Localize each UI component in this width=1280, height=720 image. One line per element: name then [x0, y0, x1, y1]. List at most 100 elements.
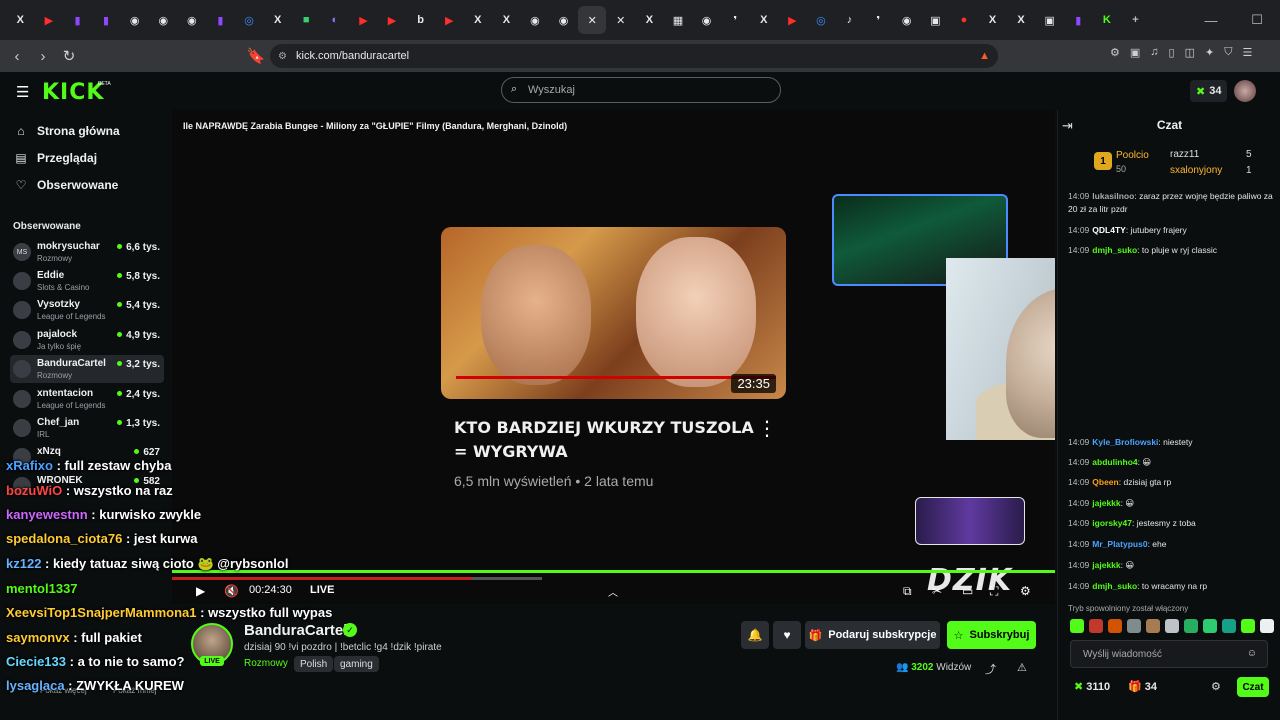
browser-tab[interactable]: ❜ — [721, 6, 750, 34]
wallet-icon[interactable]: ◫ — [1185, 46, 1195, 59]
settings-icon[interactable]: ⚙ — [1020, 584, 1031, 598]
browser-tab[interactable]: ▶ — [349, 6, 378, 34]
clip-icon[interactable]: ✂ — [932, 584, 942, 598]
followed-channel-vysotzky[interactable]: Vysotzky League of Legends 5,4 tys. — [10, 296, 164, 324]
browser-tab[interactable]: ✕ — [577, 6, 607, 34]
followed-channel-mokrysuchar[interactable]: MS mokrysuchar Rozmowy 6,6 tys. — [10, 238, 164, 266]
browser-tab[interactable]: ▶ — [378, 6, 407, 34]
emote-icon[interactable] — [1089, 619, 1103, 633]
browser-tab[interactable]: X — [978, 6, 1007, 34]
chat-username[interactable]: Kyle_Brofiowski — [1092, 437, 1158, 447]
chat-message-input[interactable]: Wyślij wiadomość ☺ — [1070, 640, 1268, 668]
browser-tab[interactable]: + — [1121, 6, 1150, 34]
browser-tab[interactable]: ◎ — [807, 6, 836, 34]
emote-icon[interactable] — [1241, 619, 1255, 633]
browser-tab[interactable]: ◉ — [521, 6, 550, 34]
emote-icon[interactable] — [1203, 619, 1217, 633]
gifter-3-name[interactable]: sxalonyjony — [1170, 165, 1222, 176]
browser-tab[interactable]: ▶ — [435, 6, 464, 34]
browser-tab[interactable]: X — [635, 6, 664, 34]
browser-tab[interactable]: ◉ — [178, 6, 207, 34]
emote-icon[interactable] — [1070, 619, 1084, 633]
kick-logo[interactable]: KICK — [42, 80, 104, 105]
report-icon[interactable]: ⚠ — [1017, 661, 1027, 674]
user-avatar[interactable] — [1234, 80, 1256, 102]
site-info-icon[interactable]: ⚙ — [278, 51, 287, 62]
browser-tab[interactable]: ▶ — [35, 6, 64, 34]
chat-username[interactable]: Qbeen — [1092, 477, 1118, 487]
browser-tab[interactable]: ■ — [292, 6, 321, 34]
browser-tab[interactable]: X — [6, 6, 35, 34]
browser-tab[interactable]: ▮ — [63, 6, 92, 34]
browser-tab[interactable]: X — [492, 6, 521, 34]
search-input[interactable]: ⌕ Wyszukaj — [501, 77, 781, 103]
subscribe-button[interactable]: ☆ Subskrybuj — [947, 621, 1036, 649]
emote-icon[interactable] — [1108, 619, 1122, 633]
points-counter[interactable]: ✖ 34 — [1190, 80, 1228, 102]
chat-username[interactable]: dmjh_suko — [1092, 581, 1137, 591]
fullscreen-icon[interactable]: ⛶ — [990, 584, 998, 599]
browser-tab[interactable]: ◉ — [549, 6, 578, 34]
bookmark-icon[interactable]: 🔖 — [243, 43, 269, 69]
chat-username[interactable]: QDL4TY — [1092, 225, 1126, 235]
browser-tab[interactable]: ◉ — [120, 6, 149, 34]
vpn-icon[interactable]: ⛉ — [1224, 46, 1232, 59]
browser-tab[interactable]: ▮ — [92, 6, 121, 34]
browser-tab[interactable]: X — [1007, 6, 1036, 34]
browser-tab[interactable]: X — [263, 6, 292, 34]
back-icon[interactable]: ‹ — [4, 43, 30, 69]
chat-username[interactable]: jajekkk — [1092, 498, 1120, 508]
followed-channel-chef_jan[interactable]: Chef_jan IRL 1,3 tys. — [10, 414, 164, 442]
brave-shield-icon[interactable]: ▲ — [979, 50, 990, 62]
browser-tab[interactable]: ▦ — [664, 6, 693, 34]
music-icon[interactable]: ♫ — [1150, 46, 1158, 59]
browser-tab[interactable]: ◐ — [321, 6, 350, 34]
nav-home[interactable]: ⌂ Strona główna — [14, 121, 119, 141]
browser-tab[interactable]: ▣ — [921, 6, 950, 34]
menu-icon[interactable]: ☰ — [1242, 46, 1252, 59]
theatre-icon[interactable]: ▭ — [962, 584, 973, 598]
hamburger-menu-icon[interactable]: ☰ — [16, 83, 29, 101]
sidebar-icon[interactable]: ▯ — [1169, 46, 1175, 59]
followed-channel-pajalock[interactable]: pajalock Ja tylko śpię 4,9 tys. — [10, 326, 164, 354]
forward-icon[interactable]: › — [30, 43, 56, 69]
browser-tab[interactable]: X — [464, 6, 493, 34]
browser-tab[interactable]: K — [1093, 6, 1122, 34]
chevron-up-icon[interactable]: ︿ — [608, 584, 618, 599]
followed-channel-banduracartel[interactable]: BanduraCartel Rozmowy 3,2 tys. — [10, 355, 164, 383]
gift-subscriptions-button[interactable]: 🎁 Podaruj subskrypcje — [805, 621, 940, 649]
extensions-icon[interactable]: ⚙ — [1110, 46, 1120, 59]
browser-tab[interactable]: ◎ — [235, 6, 264, 34]
screenshot-icon[interactable]: ▣ — [1130, 46, 1140, 59]
browser-tab[interactable]: ● — [950, 6, 979, 34]
followed-channel-eddie[interactable]: Eddie Slots & Casino 5,8 tys. — [10, 267, 164, 295]
chat-gifts[interactable]: 🎁 34 — [1128, 680, 1157, 693]
share-icon[interactable]: ⤴ — [985, 661, 996, 677]
browser-tab[interactable]: ✕ — [606, 6, 635, 34]
browser-tab[interactable]: ▮ — [206, 6, 235, 34]
browser-tab[interactable]: ♪ — [835, 6, 864, 34]
browser-tab[interactable]: ◉ — [892, 6, 921, 34]
browser-tab[interactable]: ❜ — [864, 6, 893, 34]
emoji-icon[interactable]: ☺ — [1247, 648, 1257, 659]
browser-tab[interactable]: ▶ — [778, 6, 807, 34]
browser-tab[interactable]: X — [749, 6, 778, 34]
emote-icon[interactable] — [1260, 619, 1274, 633]
chat-username[interactable]: dmjh_suko — [1092, 245, 1137, 255]
pip-icon[interactable]: ⧉ — [903, 584, 912, 599]
notification-bell-button[interactable]: 🔔 — [741, 621, 769, 649]
chat-username[interactable]: Mr_Platypus0 — [1092, 539, 1147, 549]
browser-tab[interactable]: ◉ — [149, 6, 178, 34]
chat-username[interactable]: jajekkk — [1092, 560, 1120, 570]
tag-gaming[interactable]: gaming — [334, 656, 379, 672]
ai-icon[interactable]: ✦ — [1205, 46, 1214, 59]
browser-tab[interactable]: b — [406, 6, 435, 34]
address-bar[interactable]: ⚙ kick.com/banduracartel ▲ — [270, 44, 998, 68]
chat-username[interactable]: igorsky47 — [1092, 518, 1132, 528]
emote-icon[interactable] — [1165, 619, 1179, 633]
nav-following[interactable]: ♡ Obserwowane — [14, 175, 119, 195]
emote-icon[interactable] — [1146, 619, 1160, 633]
chat-send-button[interactable]: Czat — [1237, 677, 1269, 697]
browser-tab[interactable]: ▮ — [1064, 6, 1093, 34]
follow-heart-button[interactable]: ♥ — [773, 621, 801, 649]
